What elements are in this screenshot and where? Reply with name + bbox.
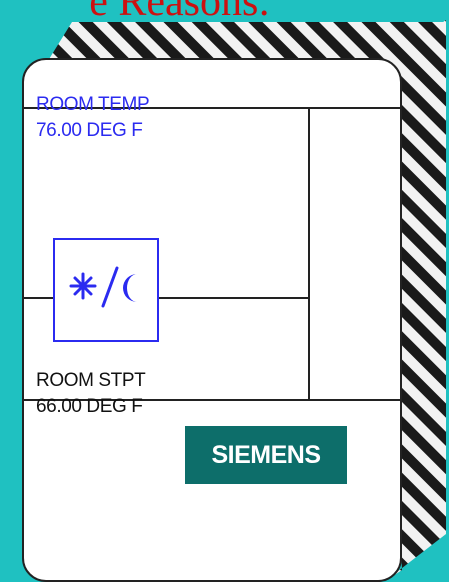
day-night-mode-button[interactable] [53, 238, 159, 342]
siemens-logo: SIEMENS [185, 426, 347, 484]
room-temp-value: 76.00 DEG F [36, 120, 143, 141]
room-setpoint-display: ROOM STPT 66.00 DEG F [36, 368, 146, 420]
room-temp-label: ROOM TEMP [36, 94, 150, 115]
room-temp-display: ROOM TEMP 76.00 DEG F [36, 92, 150, 144]
room-setpoint-value: 66.00 DEG F [36, 396, 143, 417]
sun-moon-icon [69, 266, 137, 308]
room-setpoint-label: ROOM STPT [36, 370, 146, 391]
